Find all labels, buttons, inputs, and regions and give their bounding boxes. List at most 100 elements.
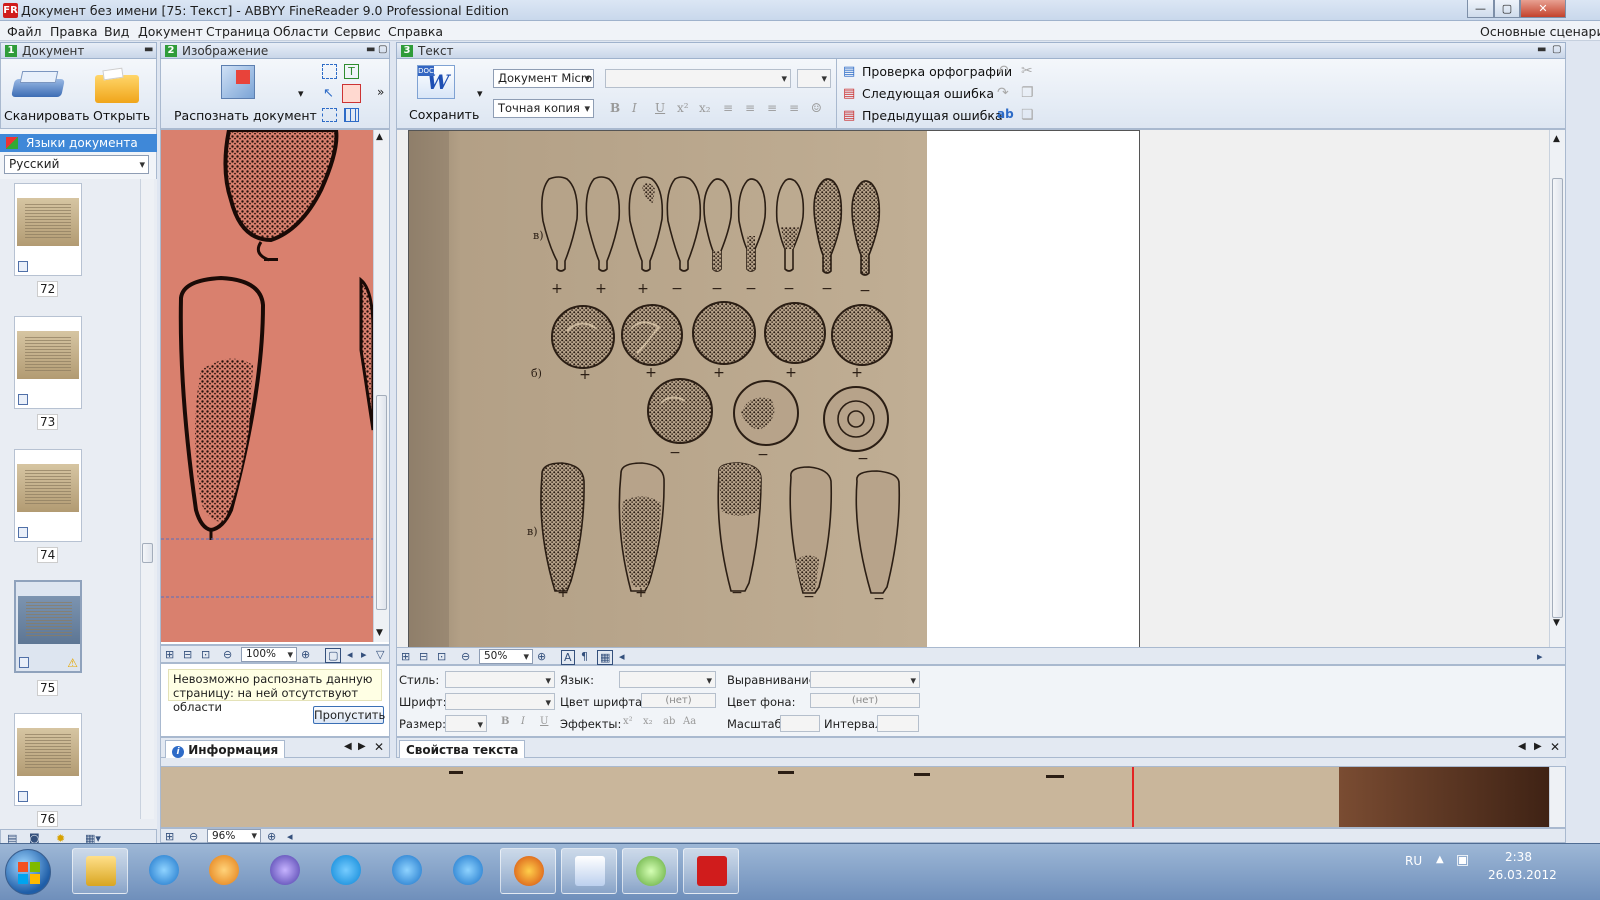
zoom-out-icon[interactable]: ⊖ [189, 830, 198, 843]
page-view-icon[interactable]: ▢ [325, 648, 342, 663]
interval-input[interactable] [877, 715, 919, 732]
undo-icon[interactable]: ↶ [997, 63, 1009, 79]
page-thumbnail[interactable] [14, 713, 82, 806]
scroll-right-icon[interactable]: ▸ [361, 648, 367, 661]
text-properties-tab[interactable]: Свойства текста [399, 740, 526, 759]
text-language-select[interactable] [619, 671, 716, 688]
word-doc-icon[interactable]: W DOC [417, 65, 455, 99]
pane-maximize-icon[interactable]: ▢ [378, 44, 387, 55]
fit-width-icon[interactable]: ⊟ [183, 648, 192, 661]
align-center-icon[interactable]: ≡ [745, 101, 755, 115]
font-color-picker[interactable]: (нет) [641, 693, 716, 708]
font-select[interactable] [445, 693, 555, 710]
image-scrollbar[interactable]: ▲ ▼ [373, 130, 389, 642]
page-thumbnail-selected[interactable]: ⚠ [14, 580, 82, 673]
background-color-picker[interactable]: (нет) [810, 693, 920, 708]
taskbar-ie[interactable] [136, 848, 192, 894]
alignment-select[interactable] [810, 671, 920, 688]
close-button[interactable]: ✕ [1520, 0, 1566, 18]
menu-file[interactable]: Файл [7, 24, 42, 39]
size-select[interactable] [445, 715, 487, 732]
text-effects-icon[interactable]: ☺ [811, 101, 822, 115]
underline-icon[interactable]: U [655, 101, 665, 115]
page-thumbnail[interactable] [14, 183, 82, 276]
splitter[interactable] [160, 758, 1566, 766]
fit-height-icon[interactable]: ⊡ [437, 650, 446, 663]
next-error-icon[interactable]: ▤ [843, 86, 855, 101]
redo-icon[interactable]: ↷ [997, 85, 1009, 101]
taskbar-firefox[interactable] [500, 848, 556, 894]
fit-page-icon[interactable]: ⊞ [165, 648, 174, 661]
taskbar-app-green[interactable] [622, 848, 678, 894]
prev-error-icon[interactable]: ▤ [843, 108, 855, 123]
fit-page-icon[interactable]: ⊞ [165, 830, 174, 843]
show-text-icon[interactable]: A [561, 650, 575, 665]
paste-icon[interactable]: ❏ [1021, 107, 1034, 123]
highlight-icon[interactable]: ▦ [597, 650, 614, 665]
close-panel-icon[interactable]: ✕ [374, 740, 384, 754]
align-right-icon[interactable]: ≡ [767, 101, 777, 115]
thumbnails-scrollbar[interactable] [140, 179, 154, 819]
font-name-select[interactable] [605, 69, 791, 88]
italic-icon[interactable]: I [632, 101, 637, 115]
taskbar-word[interactable] [561, 848, 617, 894]
scroll-right-icon[interactable]: ▸ [1537, 650, 1543, 663]
taskbar-ie-2[interactable] [379, 848, 435, 894]
area-tool-icon[interactable] [322, 64, 337, 79]
pane-minimize-icon[interactable]: ▬ [366, 44, 375, 55]
spellcheck-button[interactable]: Проверка орфографии [862, 64, 1012, 79]
menu-document[interactable]: Документ [138, 24, 203, 39]
scale-input[interactable] [780, 715, 820, 732]
save-dropdown-icon[interactable]: ▾ [477, 87, 483, 100]
italic-icon[interactable]: I [521, 716, 525, 727]
text-area-icon[interactable]: T [344, 64, 359, 79]
background-area-icon[interactable] [322, 108, 337, 122]
fit-height-icon[interactable]: ⊡ [201, 648, 210, 661]
zoom-in-icon[interactable]: ⊕ [267, 830, 276, 843]
clock-date[interactable]: 26.03.2012 [1488, 868, 1557, 882]
menu-service[interactable]: Сервис [334, 24, 381, 39]
zoom-in-icon[interactable]: ⊕ [301, 648, 310, 661]
next-page-icon[interactable]: ▽ [376, 648, 384, 661]
cut-icon[interactable]: ✂ [1021, 63, 1033, 79]
tab-prev-icon[interactable]: ◀ [1518, 741, 1526, 752]
strikethrough-icon[interactable]: ab [663, 716, 675, 727]
subscript-icon[interactable]: x₂ [643, 716, 653, 727]
open-button[interactable]: Открыть [93, 108, 150, 123]
fit-page-icon[interactable]: ⊞ [401, 650, 410, 663]
menu-edit[interactable]: Правка [50, 24, 98, 39]
language-select[interactable]: Русский [4, 155, 149, 174]
skip-button[interactable]: Пропустить [313, 706, 385, 724]
subscript-icon[interactable]: x₂ [699, 101, 711, 115]
replace-icon[interactable]: ab [997, 107, 1014, 121]
pane-minimize-icon[interactable]: ▬ [144, 44, 153, 55]
zoom-out-icon[interactable]: ⊖ [223, 648, 232, 661]
select-tool-icon[interactable]: ↖ [323, 86, 334, 101]
superscript-icon[interactable]: x² [623, 716, 633, 727]
main-scenarios-link[interactable]: Основные сценарии [1480, 24, 1600, 39]
prev-error-button[interactable]: Предыдущая ошибка [862, 108, 1003, 123]
start-button[interactable] [5, 849, 51, 895]
text-zoom-select[interactable]: 50% [479, 649, 533, 664]
taskbar-app[interactable] [257, 848, 313, 894]
layout-mode-select[interactable]: Точная копия [493, 99, 594, 118]
scroll-up-icon[interactable]: ▲ [1553, 134, 1560, 144]
scroll-left-icon[interactable]: ◂ [287, 830, 293, 843]
scroll-down-icon[interactable]: ▼ [376, 628, 383, 638]
taskbar-skype[interactable] [318, 848, 374, 894]
more-tools-icon[interactable]: » [377, 85, 384, 99]
zoom-level-select[interactable]: 96% [207, 829, 261, 843]
zoom-view[interactable] [160, 766, 1566, 828]
taskbar-ie-3[interactable] [440, 848, 496, 894]
zoom-out-icon[interactable]: ⊖ [461, 650, 470, 663]
next-error-button[interactable]: Следующая ошибка [862, 86, 994, 101]
superscript-icon[interactable]: x² [677, 101, 689, 115]
paragraph-marks-icon[interactable]: ¶ [581, 650, 588, 663]
tab-next-icon[interactable]: ▶ [1534, 741, 1542, 752]
bold-icon[interactable]: B [610, 101, 620, 115]
bold-icon[interactable]: B [501, 716, 509, 727]
image-view[interactable]: ▲ ▼ [160, 129, 390, 645]
scan-button[interactable]: Сканировать [4, 108, 90, 123]
font-size-select[interactable] [797, 69, 831, 88]
zoom-scrollbar[interactable] [1549, 767, 1565, 827]
